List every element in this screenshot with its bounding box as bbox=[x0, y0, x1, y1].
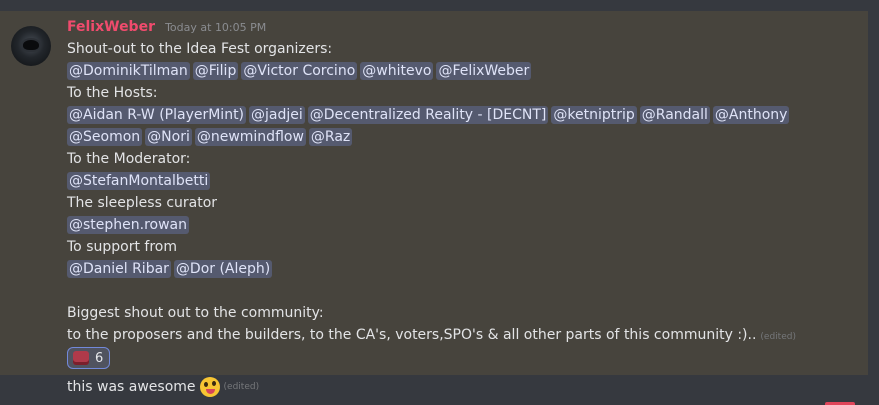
mention-row: @DominikTilman @Filip @Victor Corcino @whit… bbox=[67, 60, 847, 82]
message-line: To the Moderator: bbox=[67, 148, 847, 170]
user-mention[interactable]: @Daniel Ribar bbox=[67, 260, 171, 278]
ticket-emoji-icon bbox=[73, 351, 89, 365]
message-line: The sleepless curator bbox=[67, 192, 847, 214]
zany-face-emoji-icon bbox=[199, 377, 220, 397]
reaction-count: 6 bbox=[95, 350, 104, 366]
reaction-button[interactable]: 6 bbox=[67, 347, 110, 369]
mention-row: @Seomon @Nori @newmindflow @Raz bbox=[67, 126, 847, 148]
message-text: To support from bbox=[67, 239, 177, 255]
message-line bbox=[67, 280, 847, 302]
user-mention[interactable]: @jadjei bbox=[249, 106, 305, 124]
user-mention[interactable]: @Decentralized Reality - [DECNT] bbox=[307, 106, 549, 124]
user-mention[interactable]: @Raz bbox=[308, 128, 353, 146]
message-timestamp: Today at 10:05 PM bbox=[165, 21, 267, 34]
message-text: Shout-out to the Idea Fest organizers: bbox=[67, 41, 333, 57]
mention-row: @stephen.rowan bbox=[67, 214, 847, 236]
user-mention[interactable]: @Anthony bbox=[712, 106, 790, 124]
edited-label: (edited) bbox=[760, 332, 796, 342]
user-mention[interactable]: @FelixWeber bbox=[436, 62, 532, 80]
message-line: Shout-out to the Idea Fest organizers: bbox=[67, 38, 847, 60]
user-mention[interactable]: @Dor (Aleph) bbox=[173, 260, 273, 278]
user-mention[interactable]: @Seomon bbox=[67, 128, 143, 146]
followup-message: this was awesome (edited) bbox=[67, 376, 259, 398]
mention-row: @Aidan R-W (PlayerMint) @jadjei @Decentral… bbox=[67, 104, 847, 126]
user-mention[interactable]: @Filip bbox=[192, 62, 239, 80]
message-text: Biggest shout out to the community: bbox=[67, 305, 324, 321]
user-mention[interactable]: @StefanMontalbetti bbox=[67, 172, 211, 190]
mention-row: @StefanMontalbetti bbox=[67, 170, 847, 192]
user-mention[interactable]: @Aidan R-W (PlayerMint) bbox=[67, 106, 247, 124]
message-line: Biggest shout out to the community: bbox=[67, 302, 847, 324]
message-text: To the Moderator: bbox=[67, 151, 191, 167]
message-text: The sleepless curator bbox=[67, 195, 218, 211]
message-line: to the proposers and the builders, to th… bbox=[67, 324, 847, 346]
message-line: To support from bbox=[67, 236, 847, 258]
user-avatar[interactable] bbox=[11, 26, 51, 66]
user-mention[interactable]: @Victor Corcino bbox=[241, 62, 358, 80]
user-mention[interactable]: @newmindflow bbox=[194, 128, 306, 146]
message-text: To the Hosts: bbox=[67, 85, 158, 101]
user-mention[interactable]: @ketniptrip bbox=[551, 106, 637, 124]
message-header: FelixWeber Today at 10:05 PM bbox=[67, 16, 266, 35]
user-mention[interactable]: @Randall bbox=[639, 106, 710, 124]
mention-row: @Daniel Ribar @Dor (Aleph) bbox=[67, 258, 847, 280]
message-body: Shout-out to the Idea Fest organizers: @D… bbox=[67, 38, 847, 346]
user-mention[interactable]: @whitevo bbox=[360, 62, 434, 80]
highlighted-message: FelixWeber Today at 10:05 PM Shout-out t… bbox=[0, 11, 868, 375]
edited-label: (edited) bbox=[223, 382, 260, 392]
message-line: To the Hosts: bbox=[67, 82, 847, 104]
author-name[interactable]: FelixWeber bbox=[67, 19, 155, 35]
user-mention[interactable]: @DominikTilman bbox=[67, 62, 190, 80]
user-mention[interactable]: @stephen.rowan bbox=[67, 216, 190, 234]
followup-text: this was awesome bbox=[67, 379, 196, 395]
message-text: to the proposers and the builders, to th… bbox=[67, 327, 757, 343]
user-mention[interactable]: @Nori bbox=[145, 128, 192, 146]
